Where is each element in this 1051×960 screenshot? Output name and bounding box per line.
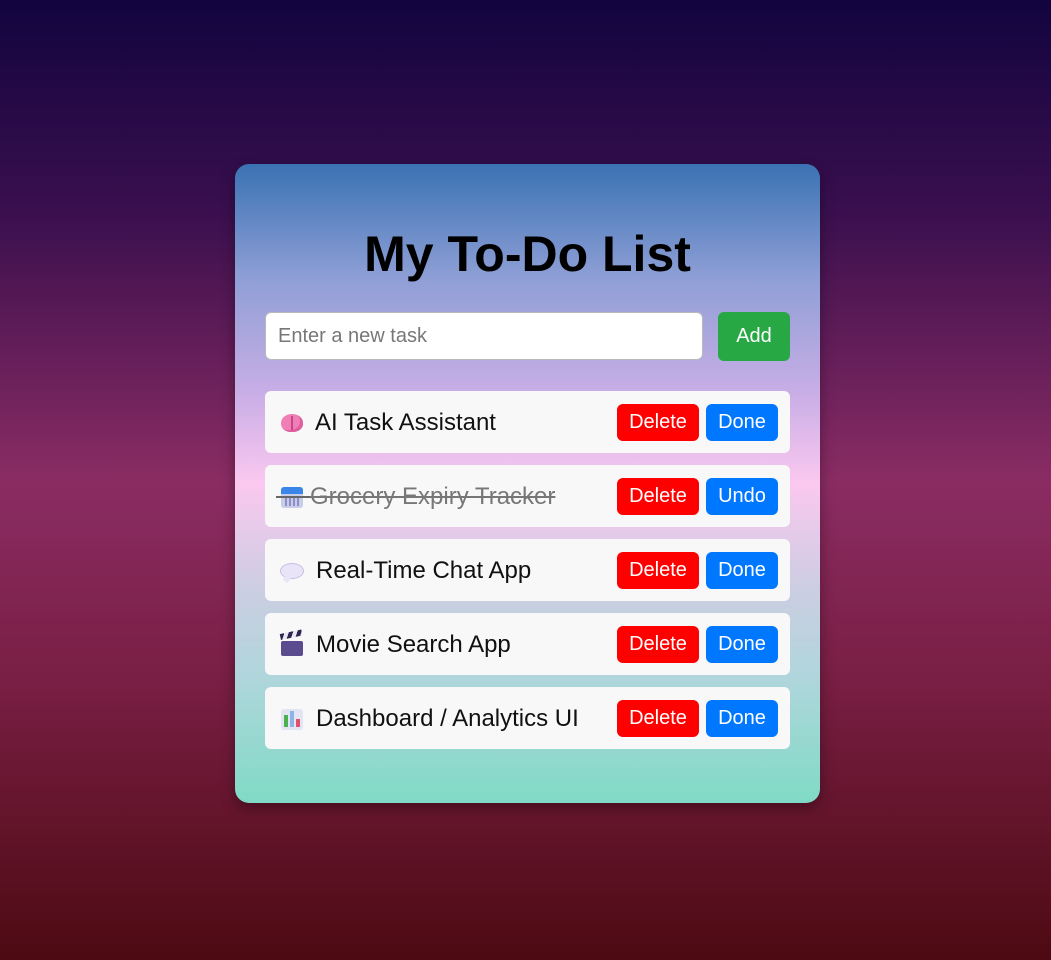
task-item: AI Task Assistant Delete Done — [265, 391, 790, 453]
task-label: AI Task Assistant — [315, 409, 496, 436]
task-item: Real-Time Chat App Delete Done — [265, 539, 790, 601]
task-item: Dashboard / Analytics UI Delete Done — [265, 687, 790, 749]
delete-button[interactable]: Delete — [617, 626, 699, 663]
clapper-board-icon — [279, 632, 305, 658]
delete-button[interactable]: Delete — [617, 478, 699, 515]
bar-chart-icon — [279, 706, 305, 732]
page-title: My To-Do List — [364, 226, 691, 282]
delete-button[interactable]: Delete — [617, 552, 699, 589]
task-item: Grocery Expiry Tracker Delete Undo — [265, 465, 790, 527]
undo-button[interactable]: Undo — [706, 478, 778, 515]
task-label: Real-Time Chat App — [316, 557, 532, 584]
done-button[interactable]: Done — [706, 626, 778, 663]
task-list: AI Task Assistant Delete Done Grocery Ex… — [265, 391, 790, 761]
strikethrough-line — [276, 496, 312, 498]
speech-bubble-icon — [279, 558, 305, 584]
brain-icon — [279, 410, 305, 436]
done-button[interactable]: Done — [706, 404, 778, 441]
delete-button[interactable]: Delete — [617, 404, 699, 441]
new-task-input[interactable] — [265, 312, 703, 360]
task-label: Movie Search App — [316, 631, 511, 658]
todo-card: My To-Do List Add AI Task Assistant Dele… — [235, 164, 820, 803]
add-task-button[interactable]: Add — [718, 312, 790, 361]
task-label: Grocery Expiry Tracker — [310, 483, 556, 510]
task-label: Dashboard / Analytics UI — [316, 705, 579, 732]
done-button[interactable]: Done — [706, 552, 778, 589]
delete-button[interactable]: Delete — [617, 700, 699, 737]
done-button[interactable]: Done — [706, 700, 778, 737]
task-item: Movie Search App Delete Done — [265, 613, 790, 675]
